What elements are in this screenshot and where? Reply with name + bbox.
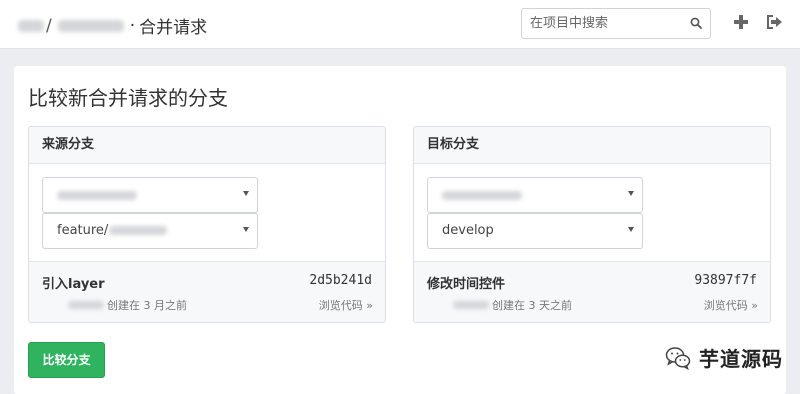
source-commit-meta: 创建在 3 月之前: [42, 297, 187, 313]
watermark-text: 芋道源码: [699, 347, 783, 371]
breadcrumb-separator: /: [46, 15, 52, 36]
target-project-select[interactable]: [427, 177, 643, 213]
search-input[interactable]: [530, 9, 680, 38]
source-branch-heading: 来源分支: [29, 127, 385, 164]
source-branch-prefix: feature/: [57, 223, 109, 238]
target-commit-created: 创建在 3 天之前: [492, 299, 572, 312]
chevron-down-icon: [243, 227, 249, 232]
search-box: [521, 8, 711, 39]
breadcrumb: / · 合并请求: [18, 13, 207, 38]
page-title: 比较新合并请求的分支: [28, 86, 228, 110]
target-commit-message: 修改时间控件: [427, 277, 506, 292]
search-icon[interactable]: [690, 17, 702, 29]
wechat-icon: [665, 346, 691, 370]
source-project-select[interactable]: [42, 177, 258, 213]
breadcrumb-dot: ·: [129, 15, 136, 36]
watermark: 芋道源码: [665, 343, 783, 372]
target-branch-heading: 目标分支: [414, 127, 770, 164]
source-branch-name-blurred: [109, 226, 168, 235]
target-commit-info: 修改时间控件 93897f7f 创建在 3 天之前 浏览代码 »: [414, 261, 770, 322]
plus-icon[interactable]: [733, 14, 749, 30]
source-commit-info: 引入layer 2d5b241d 创建在 3 月之前 浏览代码 »: [29, 261, 385, 322]
source-commit-created: 创建在 3 月之前: [107, 299, 187, 312]
target-branch-panel: 目标分支 develop 修改时间控件 93897f7f 创建在 3 天之前 浏…: [413, 126, 771, 323]
target-commit-hash[interactable]: 93897f7f: [694, 273, 757, 288]
breadcrumb-page-name: 合并请求: [139, 18, 208, 38]
top-navbar: / · 合并请求: [0, 0, 800, 49]
source-branch-panel: 来源分支 feature/ 引入layer 2d5b241d 创建在 3 月之前…: [28, 126, 386, 323]
target-commit-meta: 创建在 3 天之前: [427, 297, 572, 313]
source-browse-code-link[interactable]: 浏览代码 »: [319, 297, 373, 313]
chevron-down-icon: [243, 191, 249, 196]
chevron-down-icon: [628, 227, 634, 232]
target-branch-name: develop: [442, 223, 494, 238]
target-browse-code-link[interactable]: 浏览代码 »: [704, 297, 758, 313]
compare-branches-button[interactable]: 比较分支: [28, 342, 105, 378]
target-project-blurred: [442, 191, 522, 200]
target-branch-select[interactable]: develop: [427, 213, 643, 249]
chevron-down-icon: [628, 191, 634, 196]
source-project-blurred: [57, 191, 137, 200]
source-commit-hash[interactable]: 2d5b241d: [309, 273, 372, 288]
source-commit-message: 引入layer: [42, 277, 105, 292]
source-commit-author-blurred[interactable]: [68, 301, 104, 309]
source-branch-select[interactable]: feature/: [42, 213, 258, 249]
sign-out-icon[interactable]: [766, 14, 783, 30]
breadcrumb-repo-blurred[interactable]: [57, 19, 124, 32]
breadcrumb-user-blurred[interactable]: [18, 19, 44, 32]
target-commit-author-blurred[interactable]: [453, 301, 489, 309]
